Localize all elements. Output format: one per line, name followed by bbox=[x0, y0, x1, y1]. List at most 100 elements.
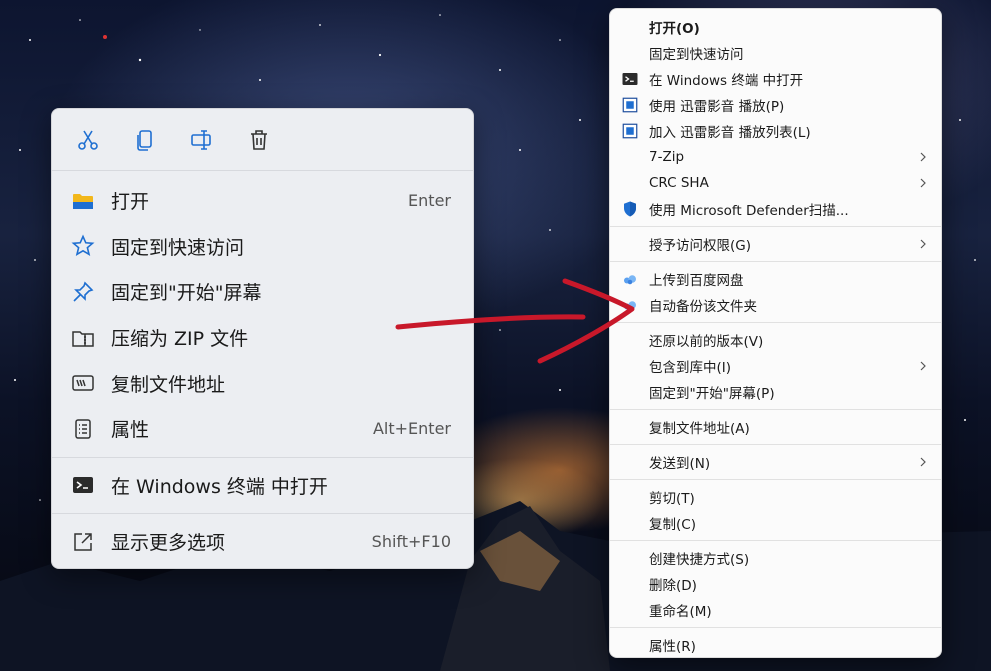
classic-item-include-library[interactable]: 包含到库中(I) bbox=[610, 353, 941, 379]
trash-icon bbox=[251, 129, 267, 150]
classic-item-label: 发送到(N) bbox=[649, 456, 711, 472]
menu-item-label: 属性 bbox=[111, 419, 150, 442]
classic-item-pin-start[interactable]: 固定到"开始"屏幕(P) bbox=[610, 379, 941, 405]
menu-item-label: 固定到"开始"屏幕 bbox=[111, 282, 262, 305]
classic-item-create-shortcut[interactable]: 创建快捷方式(S) bbox=[610, 545, 941, 571]
modern-context-menu: 打开 Enter 固定到快速访问 固定到"开始"屏幕 压缩为 ZIP 文件 复制… bbox=[51, 108, 474, 569]
classic-item-copy-path[interactable]: 复制文件地址(A) bbox=[610, 414, 941, 440]
classic-item-label: 在 Windows 终端 中打开 bbox=[649, 73, 804, 89]
classic-item-label: 自动备份该文件夹 bbox=[649, 299, 757, 315]
cut-button[interactable] bbox=[70, 122, 106, 158]
menu-item-pin-start[interactable]: 固定到"开始"屏幕 bbox=[52, 269, 473, 315]
classic-item-rename[interactable]: 重命名(M) bbox=[610, 597, 941, 623]
classic-item-label: 属性(R) bbox=[649, 639, 696, 655]
classic-item-label: 包含到库中(I) bbox=[649, 360, 732, 376]
context-menu-toolbar bbox=[52, 109, 473, 171]
menu-item-open[interactable]: 打开 Enter bbox=[52, 178, 473, 224]
classic-item-label: 加入 迅雷影音 播放列表(L) bbox=[649, 125, 811, 141]
classic-item-7zip[interactable]: 7-Zip bbox=[610, 144, 941, 170]
copy-icon bbox=[137, 129, 152, 151]
chevron-right-icon bbox=[920, 457, 926, 467]
media-player-icon bbox=[622, 97, 638, 113]
baidu-cloud-icon bbox=[624, 301, 636, 311]
menu-item-shortcut: Enter bbox=[408, 191, 451, 211]
folder-icon bbox=[73, 193, 93, 209]
classic-item-label: 重命名(M) bbox=[649, 604, 712, 620]
classic-item-label: 7-Zip bbox=[649, 149, 685, 165]
classic-item-label: 复制(C) bbox=[649, 517, 696, 533]
classic-item-label: 创建快捷方式(S) bbox=[649, 552, 750, 568]
properties-icon bbox=[75, 419, 91, 439]
copy-path-icon bbox=[72, 375, 94, 391]
rename-icon bbox=[191, 129, 211, 150]
classic-context-menu: 打开(O) 固定到快速访问 在 Windows 终端 中打开 使用 迅雷影音 播… bbox=[609, 8, 942, 658]
terminal-icon bbox=[622, 73, 638, 85]
classic-item-copy[interactable]: 复制(C) bbox=[610, 510, 941, 536]
delete-button[interactable] bbox=[241, 122, 277, 158]
menu-item-shortcut: Alt+Enter bbox=[372, 419, 451, 439]
classic-item-send-to[interactable]: 发送到(N) bbox=[610, 449, 941, 475]
classic-item-grant-access[interactable]: 授予访问权限(G) bbox=[610, 231, 941, 257]
more-options-icon bbox=[74, 533, 92, 551]
scissors-icon bbox=[78, 130, 98, 150]
menu-separator bbox=[610, 226, 941, 227]
classic-item-open[interactable]: 打开(O) bbox=[610, 14, 941, 40]
chevron-right-icon bbox=[920, 178, 926, 188]
classic-item-upload-baidu[interactable]: 上传到百度网盘 bbox=[610, 266, 941, 292]
menu-item-copy-path[interactable]: 复制文件地址 bbox=[52, 360, 473, 406]
classic-item-crc-sha[interactable]: CRC SHA bbox=[610, 170, 941, 196]
classic-item-label: 使用 迅雷影音 播放(P) bbox=[649, 99, 785, 115]
terminal-icon bbox=[73, 477, 93, 494]
menu-separator bbox=[610, 261, 941, 262]
classic-item-label: 固定到快速访问 bbox=[649, 47, 744, 63]
classic-item-label: 删除(D) bbox=[649, 578, 697, 594]
menu-item-label: 复制文件地址 bbox=[111, 373, 226, 396]
star-icon bbox=[71, 234, 95, 257]
menu-item-open-terminal[interactable]: 在 Windows 终端 中打开 bbox=[52, 463, 473, 509]
rename-button[interactable] bbox=[184, 122, 220, 158]
copy-button[interactable] bbox=[127, 122, 163, 158]
classic-item-properties[interactable]: 属性(R) bbox=[610, 632, 941, 658]
menu-item-label: 在 Windows 终端 中打开 bbox=[111, 475, 328, 498]
menu-separator bbox=[610, 479, 941, 480]
classic-item-auto-backup[interactable]: 自动备份该文件夹 bbox=[610, 292, 941, 318]
classic-item-delete[interactable]: 删除(D) bbox=[610, 571, 941, 597]
classic-item-defender-scan[interactable]: 使用 Microsoft Defender扫描... bbox=[610, 196, 941, 222]
chevron-right-icon bbox=[920, 152, 926, 162]
classic-item-thunder-play[interactable]: 使用 迅雷影音 播放(P) bbox=[610, 92, 941, 118]
menu-separator bbox=[610, 444, 941, 445]
menu-separator bbox=[610, 322, 941, 323]
classic-item-label: 授予访问权限(G) bbox=[649, 238, 751, 254]
classic-item-label: CRC SHA bbox=[649, 175, 709, 191]
zip-icon bbox=[72, 330, 94, 347]
menu-item-label: 压缩为 ZIP 文件 bbox=[111, 328, 249, 351]
menu-item-pin-quick-access[interactable]: 固定到快速访问 bbox=[52, 224, 473, 270]
menu-separator bbox=[610, 540, 941, 541]
menu-separator bbox=[52, 456, 473, 458]
chevron-right-icon bbox=[920, 239, 926, 249]
baidu-cloud-icon bbox=[624, 275, 636, 285]
classic-item-label: 固定到"开始"屏幕(P) bbox=[649, 386, 775, 402]
media-player-icon bbox=[622, 123, 638, 139]
classic-item-label: 复制文件地址(A) bbox=[649, 421, 750, 437]
classic-item-restore-versions[interactable]: 还原以前的版本(V) bbox=[610, 327, 941, 353]
classic-item-open-terminal[interactable]: 在 Windows 终端 中打开 bbox=[610, 66, 941, 92]
shield-icon bbox=[624, 201, 636, 217]
classic-item-pin-quick-access[interactable]: 固定到快速访问 bbox=[610, 40, 941, 66]
menu-separator bbox=[52, 513, 473, 515]
menu-item-label: 打开 bbox=[111, 191, 150, 214]
menu-item-label: 显示更多选项 bbox=[111, 532, 226, 555]
menu-item-properties[interactable]: 属性 Alt+Enter bbox=[52, 406, 473, 452]
menu-separator bbox=[610, 627, 941, 628]
menu-item-show-more-options[interactable]: 显示更多选项 Shift+F10 bbox=[52, 519, 473, 565]
classic-item-label: 上传到百度网盘 bbox=[649, 273, 744, 289]
menu-item-shortcut: Shift+F10 bbox=[371, 532, 451, 552]
classic-item-cut[interactable]: 剪切(T) bbox=[610, 484, 941, 510]
classic-item-label: 打开(O) bbox=[649, 21, 700, 37]
chevron-right-icon bbox=[920, 361, 926, 371]
menu-item-compress-zip[interactable]: 压缩为 ZIP 文件 bbox=[52, 315, 473, 361]
classic-item-label: 剪切(T) bbox=[649, 491, 695, 507]
pin-icon bbox=[73, 281, 94, 302]
classic-item-thunder-playlist[interactable]: 加入 迅雷影音 播放列表(L) bbox=[610, 118, 941, 144]
menu-separator bbox=[610, 409, 941, 410]
